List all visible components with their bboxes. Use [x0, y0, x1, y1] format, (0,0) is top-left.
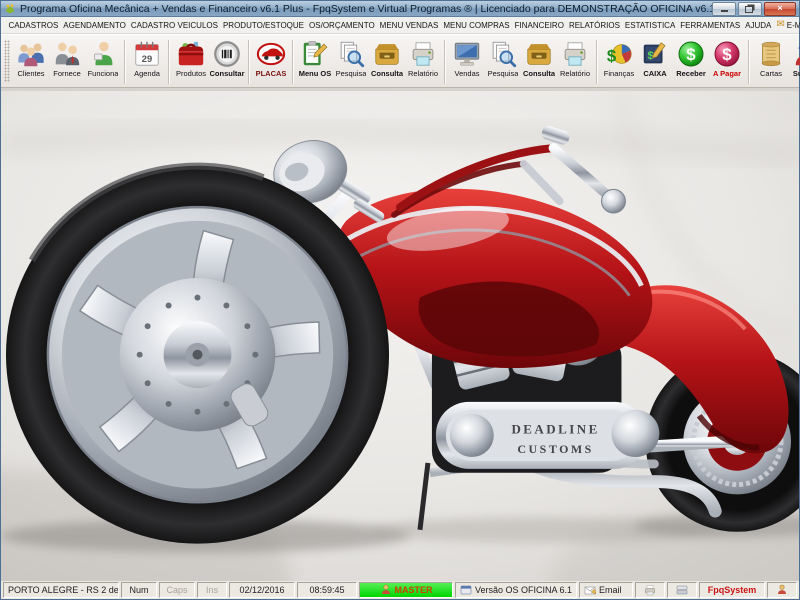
toolbar-funcionarios[interactable]: Funciona [85, 37, 121, 79]
menu-agendamento[interactable]: AGENDAMENTO [61, 20, 129, 31]
svg-text:CUSTOMS: CUSTOMS [517, 442, 593, 456]
network-button[interactable] [667, 582, 697, 598]
menu-estatistica[interactable]: ESTATISTICA [622, 20, 677, 31]
caps-lock-indicator: Caps [159, 582, 195, 598]
email-icon [584, 586, 596, 595]
menu-ferramentas[interactable]: FERRAMENTAS [678, 20, 743, 31]
window-title: Programa Oficina Mecânica + Vendas e Fin… [20, 2, 712, 15]
menu-email[interactable]: ✉E-MAIL [774, 19, 800, 31]
toolbar-vendas[interactable]: Vendas [449, 37, 485, 79]
file-drawer-icon [524, 39, 554, 69]
user-key-icon [381, 584, 390, 594]
menu-cadastros[interactable]: CADASTROS [6, 20, 61, 31]
toolbar-caixa[interactable]: CAIXA [637, 37, 673, 79]
toolbar-separator [168, 40, 170, 84]
title-bar: Programa Oficina Mecânica + Vendas e Fin… [1, 1, 799, 17]
app-window: Programa Oficina Mecânica + Vendas e Fin… [0, 0, 800, 600]
insert-indicator: Ins [197, 582, 227, 598]
menu-compras[interactable]: MENU COMPRAS [441, 20, 512, 31]
brand-label: FpqSystem [699, 582, 765, 598]
toolbar-clientes[interactable]: Clientes [13, 37, 49, 79]
minimize-button[interactable] [712, 1, 736, 16]
window-version-icon [460, 585, 472, 595]
session-user-panel [767, 582, 797, 598]
toolbar-cartas[interactable]: Cartas [753, 37, 789, 79]
toolbar: Clientes Fornece Funciona 29 Agenda Prod… [1, 34, 800, 88]
status-date: 02/12/2016 [229, 582, 295, 598]
file-drawer-icon [372, 39, 402, 69]
toolbar-a-pagar[interactable]: A Pagar [709, 37, 745, 79]
toolbar-vendas-relatorio[interactable]: Relatório [557, 37, 593, 79]
toolbar-menu-os[interactable]: Menu OS [297, 37, 333, 79]
work-order-icon [300, 39, 330, 69]
toolbar-separator [444, 40, 446, 84]
toolbar-os-pesquisa[interactable]: Pesquisa [333, 37, 369, 79]
finance-pie-icon [604, 39, 634, 69]
toolbar-fornecedores[interactable]: Fornece [49, 37, 85, 79]
toolbar-os-consulta[interactable]: Consulta [369, 37, 405, 79]
close-button[interactable]: × [764, 1, 796, 16]
main-photo-area: DEADLINE CUSTOMS [1, 91, 799, 581]
people-group-icon [16, 39, 46, 69]
status-location-date: PORTO ALEGRE - RS 2 de Dezembro de 2016 … [3, 582, 119, 598]
toolbar-separator [292, 40, 294, 84]
toolbar-vendas-consulta[interactable]: Consulta [521, 37, 557, 79]
num-lock-indicator: Num [121, 582, 157, 598]
user-level-badge: MASTER [359, 582, 453, 598]
printer-small-icon [645, 585, 655, 596]
toolbar-receber[interactable]: Receber [673, 37, 709, 79]
menu-relatorios[interactable]: RELATÓRIOS [566, 20, 622, 31]
menu-ajuda[interactable]: AJUDA [743, 20, 774, 31]
toolbar-suporte[interactable]: Suporte [789, 37, 800, 79]
scroll-icon [756, 39, 786, 69]
svg-text:29: 29 [142, 54, 152, 64]
toolbar-separator [248, 40, 250, 84]
dollar-green-icon [676, 39, 706, 69]
toolbar-gripper [4, 40, 10, 82]
car-icon [256, 39, 286, 69]
printer-icon [560, 39, 590, 69]
toolbar-agenda[interactable]: 29 Agenda [129, 37, 165, 79]
toolbar-separator [596, 40, 598, 84]
toolbar-vendas-pesquisa[interactable]: Pesquisa [485, 37, 521, 79]
printer-icon [408, 39, 438, 69]
status-time: 08:59:45 [297, 582, 357, 598]
toolbar-produtos[interactable]: Produtos [173, 37, 209, 79]
email-button[interactable]: Email [579, 582, 633, 598]
version-label: Versão OS OFICINA 6.1 [455, 582, 577, 598]
network-icon [676, 585, 688, 595]
toolbar-os-relatorio[interactable]: Relatório [405, 37, 441, 79]
menu-os-orcamento[interactable]: OS/ORÇAMENTO [307, 20, 378, 31]
search-docs-icon [336, 39, 366, 69]
app-icon [6, 3, 14, 13]
print-button[interactable] [635, 582, 665, 598]
cash-book-icon [640, 39, 670, 69]
barcode-icon [212, 39, 242, 69]
status-bar: PORTO ALEGRE - RS 2 de Dezembro de 2016 … [1, 581, 799, 599]
svg-text:DEADLINE: DEADLINE [511, 422, 599, 436]
toolbar-financas[interactable]: Finanças [601, 37, 637, 79]
suppliers-icon [52, 39, 82, 69]
toolbar-placas[interactable]: PLACAS [253, 37, 289, 79]
toolbox-icon [176, 39, 206, 69]
menu-cadastro-veiculos[interactable]: CADASTRO VEICULOS [128, 20, 220, 31]
calendar-icon: 29 [135, 41, 159, 66]
user-key-icon [778, 584, 786, 594]
menu-bar: CADASTROS AGENDAMENTO CADASTRO VEICULOS … [1, 17, 800, 34]
menu-financeiro[interactable]: FINANCEIRO [512, 20, 566, 31]
dollar-red-icon [712, 39, 742, 69]
menu-vendas[interactable]: MENU VENDAS [377, 20, 441, 31]
employee-icon [88, 39, 118, 69]
toolbar-separator [124, 40, 126, 84]
menu-produto-estoque[interactable]: PRODUTO/ESTOQUE [220, 20, 306, 31]
search-docs-icon [488, 39, 518, 69]
monitor-icon [452, 39, 482, 69]
support-agent-icon [792, 39, 800, 69]
toolbar-separator [748, 40, 750, 84]
motorcycle-photo: DEADLINE CUSTOMS [1, 91, 799, 581]
maximize-button[interactable] [738, 1, 762, 16]
toolbar-consultar[interactable]: Consultar [209, 37, 245, 79]
envelope-icon: ✉ [776, 19, 785, 30]
